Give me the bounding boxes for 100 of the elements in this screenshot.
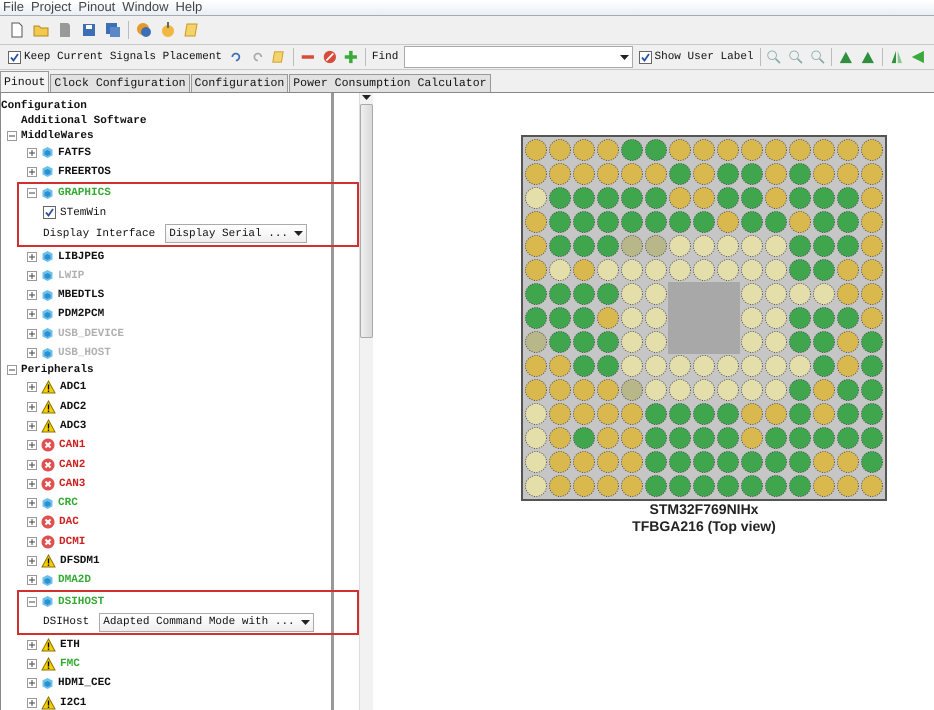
pin-ball[interactable]: [669, 235, 691, 257]
pin-ball[interactable]: [717, 427, 739, 449]
pin-ball[interactable]: [549, 283, 571, 305]
pin-ball[interactable]: [789, 403, 811, 425]
pin-ball[interactable]: [645, 475, 667, 497]
pin-ball[interactable]: [717, 475, 739, 497]
pin-ball[interactable]: [621, 379, 643, 401]
pin-ball[interactable]: [765, 259, 787, 281]
expand-icon[interactable]: [27, 659, 37, 670]
dropdown[interactable]: Adapted Command Mode with ...: [99, 612, 314, 632]
pin-ball[interactable]: [741, 211, 763, 233]
pin-ball[interactable]: [669, 403, 691, 425]
pin-ball[interactable]: [573, 187, 595, 209]
pin-ball[interactable]: [597, 283, 619, 305]
pin-ball[interactable]: [741, 331, 763, 353]
pin-ball[interactable]: [789, 451, 811, 473]
pin-ball[interactable]: [741, 355, 763, 377]
pin-ball[interactable]: [597, 331, 619, 353]
pin-ball[interactable]: [837, 475, 859, 497]
pin-ball[interactable]: [789, 187, 811, 209]
tree-item[interactable]: Additional Software: [21, 114, 146, 126]
pin-ball[interactable]: [861, 379, 883, 401]
pin-ball[interactable]: [549, 403, 571, 425]
pin-ball[interactable]: [789, 307, 811, 329]
pin-ball[interactable]: [573, 259, 595, 281]
plus-icon[interactable]: [343, 48, 360, 66]
pin-ball[interactable]: [525, 139, 547, 161]
expand-icon[interactable]: [27, 678, 37, 688]
pin-ball[interactable]: [525, 331, 547, 353]
pin-ball[interactable]: [573, 475, 595, 497]
pin-ball[interactable]: [669, 187, 691, 209]
pin-ball[interactable]: [765, 307, 787, 329]
expand-icon[interactable]: [27, 698, 37, 708]
pin-ball[interactable]: [693, 427, 715, 449]
expand-icon[interactable]: [27, 536, 37, 547]
pin-ball[interactable]: [837, 235, 859, 257]
pin-ball[interactable]: [765, 331, 787, 353]
pin-ball[interactable]: [621, 211, 643, 233]
pin-ball[interactable]: [621, 331, 643, 353]
menu-item[interactable]: Help: [172, 0, 206, 15]
pin-ball[interactable]: [645, 187, 667, 209]
pin-ball[interactable]: [813, 163, 835, 185]
collapse-icon[interactable]: [7, 130, 17, 140]
pin-ball[interactable]: [669, 355, 691, 377]
pin-ball[interactable]: [861, 235, 883, 257]
tab[interactable]: Configuration: [190, 74, 288, 92]
pin-ball[interactable]: [741, 235, 763, 257]
pin-ball[interactable]: [741, 451, 763, 473]
pin-ball[interactable]: [549, 427, 571, 449]
expand-icon[interactable]: [27, 517, 37, 528]
pin-ball[interactable]: [645, 379, 667, 401]
collapse-icon[interactable]: [7, 365, 17, 376]
pin-ball[interactable]: [789, 259, 811, 281]
pin-ball[interactable]: [741, 163, 763, 185]
pin-ball[interactable]: [789, 139, 811, 161]
pin-ball[interactable]: [789, 427, 811, 449]
pin-ball[interactable]: [693, 139, 715, 161]
pin-ball[interactable]: [765, 235, 787, 257]
pin-ball[interactable]: [717, 139, 739, 161]
pin-ball[interactable]: [861, 163, 883, 185]
pin-ball[interactable]: [597, 235, 619, 257]
pin-ball[interactable]: [693, 187, 715, 209]
checkbox[interactable]: [638, 50, 652, 64]
pin-ball[interactable]: [741, 259, 763, 281]
pin-ball[interactable]: [717, 163, 739, 185]
pin-ball[interactable]: [693, 475, 715, 497]
pin-ball[interactable]: [525, 211, 547, 233]
expand-icon[interactable]: [27, 382, 37, 392]
pin-ball[interactable]: [765, 163, 787, 185]
pin-ball[interactable]: [645, 307, 667, 329]
pin-ball[interactable]: [573, 211, 595, 233]
pin-ball[interactable]: [573, 331, 595, 353]
pin-ball[interactable]: [693, 163, 715, 185]
pin-ball[interactable]: [597, 451, 619, 473]
pin-ball[interactable]: [525, 235, 547, 257]
pin-ball[interactable]: [645, 139, 667, 161]
pin-ball[interactable]: [741, 403, 763, 425]
pin-ball[interactable]: [693, 259, 715, 281]
pin-ball[interactable]: [813, 307, 835, 329]
pin-ball[interactable]: [861, 451, 883, 473]
pin-ball[interactable]: [549, 163, 571, 185]
tree-item[interactable]: Configuration: [1, 100, 87, 112]
tree-item[interactable]: CAN1: [59, 439, 86, 452]
pin-ball[interactable]: [525, 379, 547, 401]
pin-ball[interactable]: [837, 211, 859, 233]
tree-item[interactable]: DFSDM1: [60, 554, 100, 567]
pin-ball[interactable]: [813, 283, 835, 305]
expand-icon[interactable]: [27, 270, 37, 281]
pin-ball[interactable]: [741, 283, 763, 305]
pin-ball[interactable]: [573, 427, 595, 449]
checkbox[interactable]: [8, 50, 21, 64]
tree-item[interactable]: ADC3: [60, 420, 86, 432]
pin-ball[interactable]: [645, 355, 667, 377]
pin-ball[interactable]: [789, 379, 811, 401]
tree-item[interactable]: LIBJPEG: [58, 250, 104, 263]
pin-ball[interactable]: [693, 451, 715, 473]
pin-ball[interactable]: [645, 331, 667, 353]
pin-ball[interactable]: [645, 235, 667, 257]
pin-ball[interactable]: [741, 307, 763, 329]
tree-item[interactable]: ADC1: [60, 381, 86, 394]
